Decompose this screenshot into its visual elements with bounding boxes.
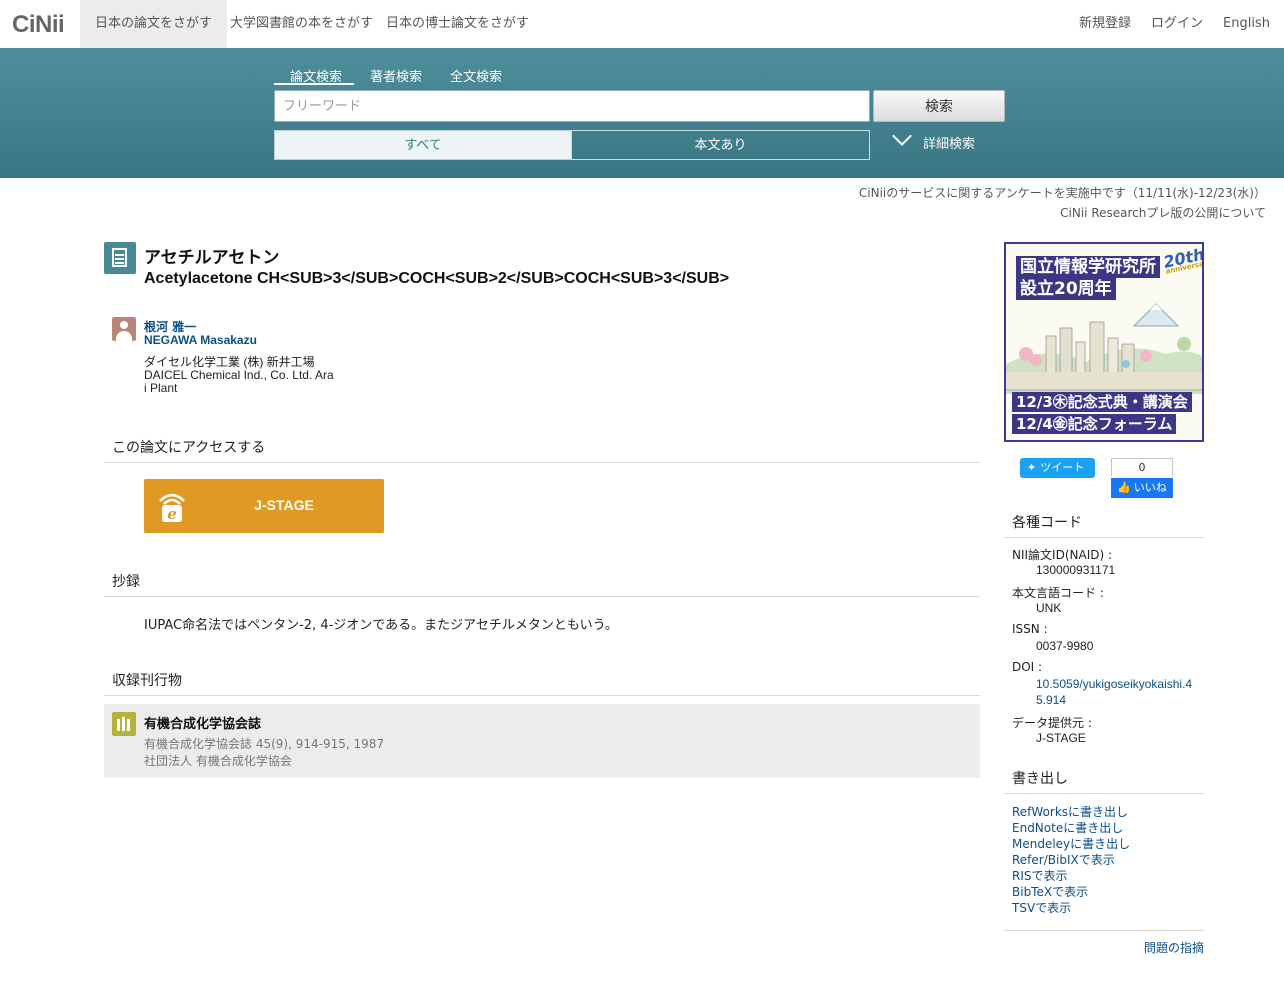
access-heading: この論文にアクセスする (112, 440, 266, 456)
author-affiliation-en: DAICEL Chemical Ind., Co. Ltd. Ara (144, 368, 334, 382)
filter-all-button[interactable]: すべて (274, 130, 572, 160)
top-navigation: CiNii 日本の論文をさがす 大学図書館の本をさがす 日本の博士論文をさがす … (0, 0, 1284, 49)
advanced-search-toggle[interactable]: 詳細検索 (892, 126, 976, 160)
export-ris-link[interactable]: RISで表示 (1012, 867, 1068, 884)
author-affiliation-en-cont: i Plant (144, 381, 178, 395)
export-refworks-link[interactable]: RefWorksに書き出し (1012, 803, 1128, 820)
active-tab-indicator (274, 83, 354, 85)
divider (104, 462, 980, 463)
search-band: 論文検索 著者検索 全文検索 検索 すべて 本文あり 詳細検索 (0, 48, 1284, 178)
tweet-label: ツイート (1040, 461, 1085, 474)
like-count: 0 (1111, 458, 1173, 476)
journal-bars-icon (112, 712, 136, 736)
register-link[interactable]: 新規登録 (1079, 0, 1131, 48)
abstract-heading: 抄録 (112, 574, 140, 590)
export-refer-link[interactable]: Refer/BibIXで表示 (1012, 851, 1115, 868)
tweet-button[interactable]: ✦ ツイート (1020, 458, 1095, 478)
divider (1004, 793, 1204, 794)
article-title-ja: アセチルアセトン (144, 248, 280, 268)
doi-label: DOI : (1012, 660, 1043, 674)
jstage-button[interactable]: e J-STAGE (144, 479, 384, 533)
language-link[interactable]: English (1223, 0, 1270, 48)
cinii-logo[interactable]: CiNii (12, 11, 65, 39)
document-icon (104, 242, 136, 274)
nav-tab-articles[interactable]: 日本の論文をさがす (80, 0, 228, 48)
language-code-label: 本文言語コード : (1012, 586, 1104, 600)
advanced-search-label: 詳細検索 (923, 137, 976, 152)
data-provider-value: J-STAGE (1036, 731, 1086, 745)
twitter-bird-icon: ✦ (1027, 461, 1037, 474)
nii-anniversary-banner[interactable]: 国立情報学研究所 設立20周年 20th anniversary 12/3㊍記念式… (1004, 242, 1204, 442)
naid-value: 130000931171 (1036, 563, 1116, 577)
nav-tab-books[interactable]: 大学図書館の本をさがす (215, 0, 388, 48)
login-link[interactable]: ログイン (1151, 0, 1203, 48)
article-title-en: Acetylacetone CH<SUB>3</SUB>COCH<SUB>2</… (144, 270, 730, 287)
chevron-down-icon (892, 126, 912, 146)
journal-citation: 有機合成化学協会誌 45(9), 914-915, 1987 (144, 737, 385, 751)
search-tab-fulltext[interactable]: 全文検索 (450, 66, 502, 85)
author-name-en-link[interactable]: NEGAWA Masakazu (144, 333, 257, 347)
banner-event1: 12/3㊍記念式典・講演会 (1012, 392, 1192, 412)
naid-label: NII論文ID(NAID) : (1012, 548, 1113, 562)
data-provider-label: データ提供元 : (1012, 716, 1092, 730)
search-input[interactable] (274, 90, 870, 122)
doi-link[interactable]: 10.5059/yukigoseikyokaishi.45.914 (1036, 676, 1196, 708)
divider (104, 596, 980, 597)
journal-title-link[interactable]: 有機合成化学協会誌 (144, 713, 261, 732)
survey-notice-link[interactable]: CiNiiのサービスに関するアンケートを実施中です（11/11(水)-12/23… (859, 184, 1266, 201)
issn-label: ISSN : (1012, 622, 1048, 636)
export-heading: 書き出し (1012, 771, 1068, 787)
codes-heading: 各種コード (1012, 515, 1082, 531)
issn-value: 0037-9980 (1036, 639, 1094, 653)
search-tab-authors[interactable]: 著者検索 (370, 66, 422, 85)
like-button[interactable]: 👍 いいね (1111, 478, 1173, 498)
thumbs-up-icon: 👍 (1117, 481, 1131, 494)
export-mendeley-link[interactable]: Mendeleyに書き出し (1012, 835, 1130, 852)
jstage-label: J-STAGE (254, 497, 314, 513)
research-notice-link[interactable]: CiNii Researchプレ版の公開について (1060, 204, 1266, 221)
divider (1004, 537, 1204, 538)
journal-heading: 収録刊行物 (112, 673, 182, 689)
export-endnote-link[interactable]: EndNoteに書き出し (1012, 819, 1123, 836)
language-code-value: UNK (1036, 601, 1062, 615)
report-problem-link[interactable]: 問題の指摘 (1144, 939, 1204, 956)
banner-event2: 12/4㊎記念フォーラム (1012, 414, 1177, 434)
search-button[interactable]: 検索 (873, 90, 1005, 122)
abstract-text: IUPAC命名法ではペンタン-2, 4-ジオンである。またジアセチルメタンともい… (144, 618, 618, 633)
export-tsv-link[interactable]: TSVで表示 (1012, 899, 1071, 916)
author-avatar-icon (112, 317, 136, 341)
divider (1004, 930, 1204, 931)
export-bibtex-link[interactable]: BibTeXで表示 (1012, 883, 1088, 900)
filter-fulltext-button[interactable]: 本文あり (571, 130, 870, 160)
nav-tab-dissertations[interactable]: 日本の博士論文をさがす (371, 0, 544, 48)
banner-title-line1: 国立情報学研究所 (1016, 256, 1160, 278)
journal-publisher: 社団法人 有機合成化学協会 (144, 754, 292, 768)
divider (104, 695, 980, 696)
like-label: いいね (1133, 481, 1167, 494)
banner-title-line2: 設立20周年 (1016, 278, 1116, 300)
